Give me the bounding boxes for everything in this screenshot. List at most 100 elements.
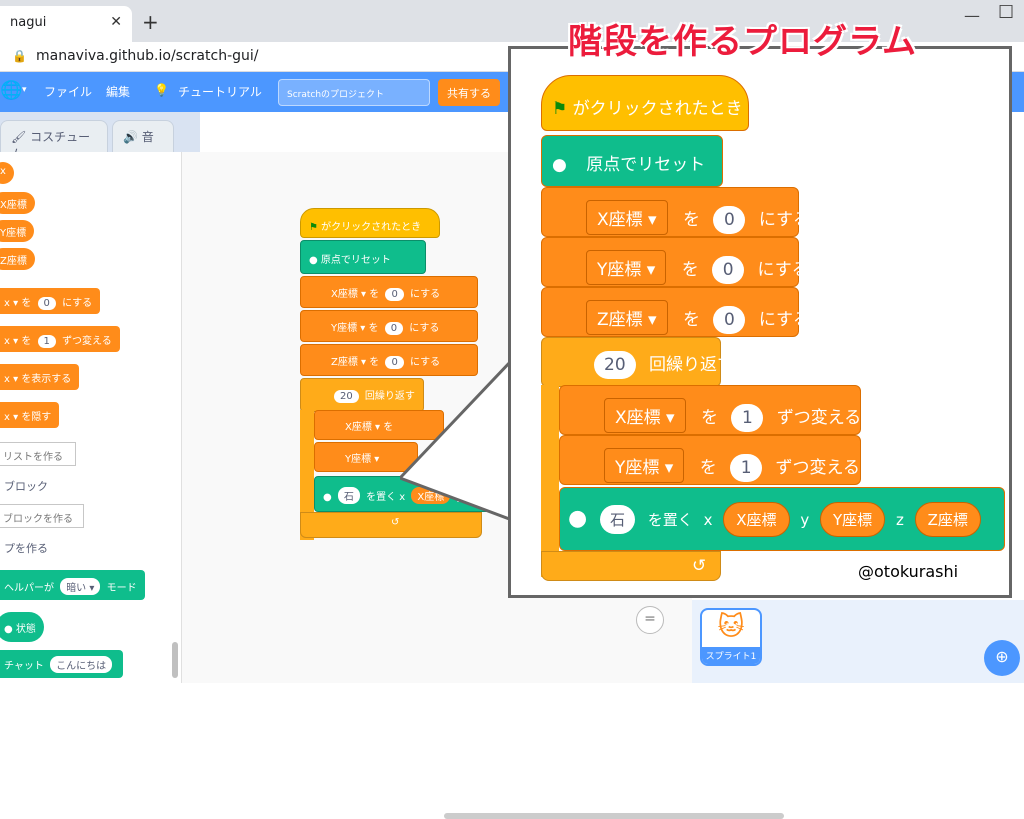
value-input[interactable]: 0 (713, 206, 746, 234)
repeat-count-input[interactable]: 20 (334, 390, 359, 403)
block-text: がクリックされたとき (321, 222, 422, 233)
close-icon[interactable]: ✕ (110, 14, 122, 30)
block-text: にする (757, 260, 809, 280)
zoom-repeat-arm (541, 385, 559, 577)
set-y-block[interactable]: Y座標 ▾ を 0 にする (300, 310, 478, 342)
block-text: にする (758, 310, 810, 330)
hat-block[interactable]: ⚑ がクリックされたとき (300, 208, 440, 238)
variable-dropdown[interactable]: X座標 ▾ (604, 398, 686, 433)
chat-input[interactable]: こんにちは (50, 656, 113, 673)
lock-icon: 🔒 (12, 49, 27, 63)
extension-icon[interactable]: ⊕ (984, 640, 1020, 676)
chevron-down-icon[interactable]: ▾ (22, 85, 27, 95)
block-text: がクリックされたとき (572, 99, 743, 119)
change-variable-block[interactable]: x ▾ を 1 ずつ変える (0, 326, 120, 352)
y-reporter[interactable]: Y座標 (819, 502, 886, 537)
reporter-x[interactable]: x (0, 162, 14, 184)
variable-dropdown[interactable]: x ▾ (4, 298, 18, 309)
value-input[interactable]: 0 (713, 306, 746, 334)
repeat-count-input[interactable]: 20 (594, 351, 636, 379)
block-text: 原点でリセット (586, 155, 706, 175)
value-input[interactable]: 0 (385, 288, 404, 301)
helper-dropdown[interactable]: 暗い ▾ (60, 578, 101, 595)
variable-dropdown[interactable]: x ▾ (4, 374, 18, 385)
variable-dropdown[interactable]: Y座標 ▾ (604, 448, 685, 483)
tab-costumes[interactable]: 🖌 コスチューム (0, 120, 108, 161)
set-variable-block[interactable]: x ▾ を 0 にする (0, 288, 101, 314)
block-text: を (368, 323, 379, 334)
code-area-scrollbar[interactable] (444, 813, 784, 819)
block-item-input[interactable]: 石 (337, 487, 360, 504)
new-tab-button[interactable]: + (142, 10, 159, 34)
variable-dropdown[interactable]: Y座標 ▾ (331, 323, 365, 334)
globe-icon[interactable]: 🌐 (0, 80, 22, 101)
reset-block[interactable]: ● 原点でリセット (300, 240, 426, 274)
variable-dropdown[interactable]: Z座標 ▾ (331, 357, 366, 368)
edit-menu[interactable]: 編集 (106, 83, 130, 100)
variable-dropdown[interactable]: X座標 ▾ (586, 200, 668, 235)
value-input[interactable]: 1 (730, 454, 763, 482)
reporter-x-coord[interactable]: X座標 (0, 192, 35, 214)
maximize-icon[interactable]: ☐ (998, 2, 1014, 23)
variable-dropdown[interactable]: X座標 ▾ (331, 289, 366, 300)
variable-dropdown[interactable]: x ▾ (4, 412, 18, 423)
browser-tab[interactable]: nagui ✕ (0, 6, 132, 42)
share-button[interactable]: 共有する (438, 79, 500, 106)
zoom-change-y-block[interactable]: Y座標 ▾ を 1 ずつ変える (559, 435, 861, 485)
palette-scrollbar[interactable] (172, 642, 178, 678)
tutorial-menu[interactable]: チュートリアル (178, 83, 262, 100)
reporter-y-coord[interactable]: Y座標 (0, 220, 35, 242)
value-input[interactable]: 1 (37, 335, 56, 348)
variable-dropdown[interactable]: x ▾ (4, 336, 18, 347)
show-variable-block[interactable]: x ▾ を表示する (0, 364, 80, 390)
lightbulb-icon[interactable]: 💡 (154, 83, 169, 97)
block-item-input[interactable]: 石 (599, 505, 635, 534)
make-list-button[interactable]: リストを作る (0, 442, 76, 466)
variable-dropdown[interactable]: Z座標 ▾ (586, 300, 668, 335)
helper-mode-block[interactable]: ヘルパーが 暗い ▾ モード (0, 570, 145, 600)
variable-dropdown[interactable]: Y座標 ▾ (586, 250, 667, 285)
callout-pointer (400, 360, 512, 520)
zoom-reset-block[interactable]: ● 原点でリセット (541, 135, 723, 187)
minimize-icon[interactable]: — (964, 6, 980, 25)
zoom-set-x-block[interactable]: X座標 ▾ を 0 にする (541, 187, 810, 237)
zoom-set-y-block[interactable]: Y座標 ▾ を 0 にする (541, 237, 809, 287)
value-input[interactable]: 0 (37, 297, 56, 310)
url-text[interactable]: manaviva.github.io/scratch-gui/ (36, 48, 258, 64)
value-input[interactable]: 0 (384, 322, 404, 335)
block-text: ヘルパーが (4, 583, 54, 594)
x-reporter[interactable]: X座標 (723, 502, 790, 537)
speaker-icon: 🔊 (123, 130, 138, 144)
variable-dropdown[interactable]: X座標 ▾ (345, 422, 380, 433)
tab-sounds-label: 音 (141, 130, 154, 144)
zoom-hat-block[interactable]: ⚑ がクリックされたとき (541, 75, 749, 131)
block-text: 回繰り返す (649, 355, 735, 375)
project-title-input[interactable]: Scratchのプロジェクト (278, 79, 430, 106)
state-reporter[interactable]: ● 状態 (0, 612, 44, 642)
callout-title: 階段を作るプログラム (568, 22, 917, 62)
zoom-place-block[interactable]: ● 石 を置く x X座標 y Y座標 z Z座標 (559, 487, 1005, 551)
chat-block[interactable]: チャット こんにちは (0, 650, 124, 678)
zoom-repeat-block[interactable]: 20 回繰り返す (541, 337, 734, 387)
file-menu[interactable]: ファイル (44, 83, 92, 100)
block-palette: x X座標 Y座標 Z座標 x ▾ を 0 にする x ▾ を 1 ずつ変える … (0, 152, 182, 683)
value-input[interactable]: 0 (712, 256, 745, 284)
sprite-tile[interactable]: 🐱 スプライト1 (700, 608, 762, 666)
value-input[interactable]: 1 (731, 404, 764, 432)
creeper-icon: ● (323, 492, 332, 503)
variable-dropdown[interactable]: Y座標 ▾ (345, 454, 379, 465)
make-block-button[interactable]: ブロックを作る (0, 504, 84, 528)
reporter-z-coord[interactable]: Z座標 (0, 248, 35, 270)
creeper-icon: ● (568, 506, 588, 531)
zoom-set-z-block[interactable]: Z座標 ▾ を 0 にする (541, 287, 810, 337)
editor-tabs: 🖌 コスチューム 🔊 音 (0, 112, 200, 161)
hide-variable-block[interactable]: x ▾ を隠す (0, 402, 60, 428)
block-text: を隠す (21, 412, 52, 423)
zoom-reset-button[interactable]: = (636, 606, 664, 634)
z-reporter[interactable]: Z座標 (914, 502, 981, 537)
green-flag-icon: ⚑ (552, 99, 568, 119)
set-x-block[interactable]: X座標 ▾ を 0 にする (300, 276, 478, 308)
zoom-change-x-block[interactable]: X座標 ▾ を 1 ずつ変える (559, 385, 861, 435)
tab-sounds[interactable]: 🔊 音 (112, 120, 174, 152)
block-text: y (800, 511, 810, 529)
